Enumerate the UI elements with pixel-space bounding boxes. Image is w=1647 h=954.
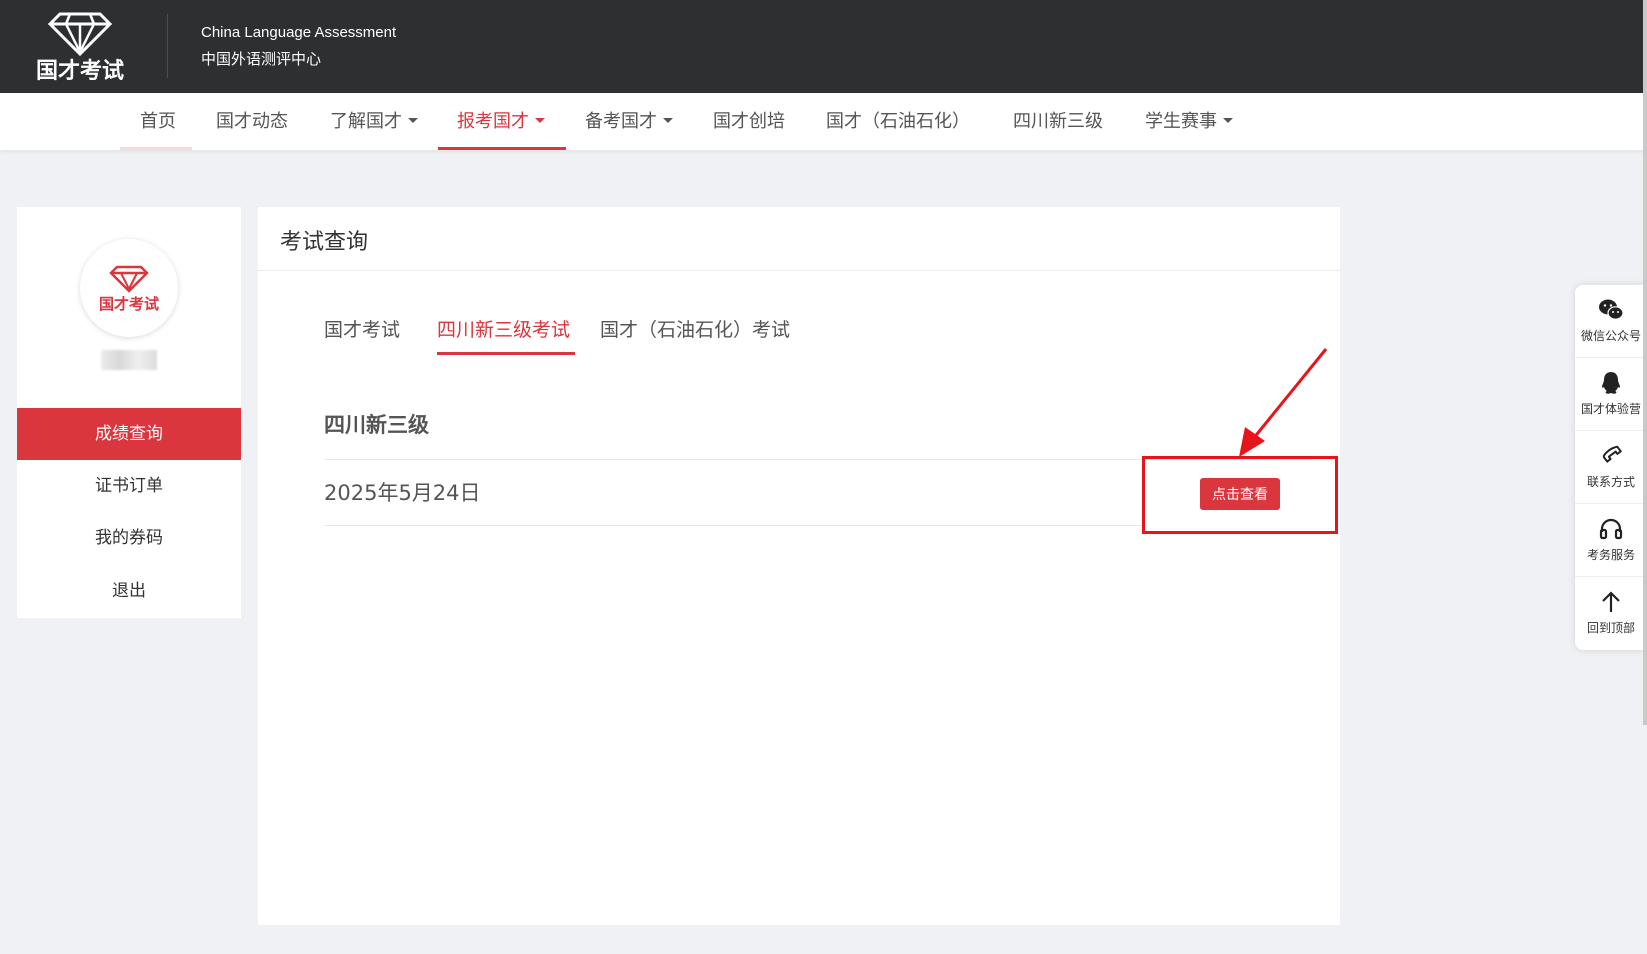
nav-item-register[interactable]: 报考国才 — [457, 93, 545, 150]
float-item-label: 考务服务 — [1586, 548, 1635, 562]
logo-divider — [167, 14, 168, 78]
diamond-logo-icon: 国才考试 — [36, 12, 124, 84]
nav-active-indicator — [438, 147, 566, 150]
nav-label: 国才动态 — [216, 111, 288, 132]
nav-item-about[interactable]: 了解国才 — [330, 93, 418, 150]
nav-label: 学生赛事 — [1145, 111, 1217, 132]
caret-down-icon — [1223, 117, 1233, 123]
exam-date: 2025年5月24日 — [324, 481, 481, 505]
float-item-contact[interactable]: 联系方式 — [1575, 431, 1647, 504]
headset-icon — [1599, 518, 1623, 540]
wechat-icon — [1599, 299, 1624, 320]
logo[interactable]: 国才考试 — [30, 8, 138, 84]
float-item-experience-camp[interactable]: 国才体验营 — [1575, 358, 1647, 431]
caret-down-icon — [408, 117, 418, 123]
float-item-exam-service[interactable]: 考务服务 — [1575, 504, 1647, 577]
nav-item-petro[interactable]: 国才（石油石化） — [826, 93, 970, 150]
float-item-label: 回到顶部 — [1586, 621, 1635, 635]
tab-label: 国才（石油石化）考试 — [600, 319, 791, 341]
tab-label: 四川新三级考试 — [437, 319, 571, 341]
annotation-arrow-icon — [1239, 348, 1328, 457]
nav-label: 了解国才 — [330, 111, 402, 132]
nav-item-training[interactable]: 国才创培 — [713, 93, 785, 150]
divider — [258, 270, 1340, 271]
tab-sichuan-exam[interactable]: 四川新三级考试 — [437, 315, 570, 342]
nav-item-home[interactable]: 首页 — [140, 93, 176, 150]
page-title: 考试查询 — [280, 230, 369, 255]
nav-label: 国才创培 — [713, 111, 785, 132]
sidebar-item-logout[interactable]: 退出 — [17, 565, 241, 617]
page-scrollbar[interactable] — [1643, 0, 1647, 725]
org-name-cn: 中国外语测评中心 — [201, 50, 322, 68]
float-item-wechat[interactable]: 微信公众号 — [1575, 285, 1647, 358]
qq-icon — [1602, 372, 1620, 394]
username-redacted — [101, 350, 157, 370]
tab-petro-exam[interactable]: 国才（石油石化）考试 — [600, 315, 790, 342]
nav-label: 四川新三级 — [1013, 111, 1103, 132]
sidebar-item-label: 退出 — [112, 581, 146, 601]
arrow-up-icon — [1602, 591, 1620, 612]
annotation-highlight-box — [1142, 456, 1338, 534]
row-divider — [324, 525, 1142, 526]
nav-label: 备考国才 — [585, 111, 657, 132]
floating-toolbar: 微信公众号 国才体验营 联系方式 考务服务 回到顶部 — [1575, 285, 1647, 650]
float-item-label: 微信公众号 — [1580, 329, 1641, 343]
tab-label: 国才考试 — [324, 319, 401, 341]
main-nav: 首页 国才动态 了解国才 报考国才 备考国才 国才创培 国才（石油石化） 四川新… — [0, 93, 1647, 150]
sidebar-item-score-query[interactable]: 成绩查询 — [17, 408, 241, 460]
sidebar-item-label: 成绩查询 — [95, 424, 163, 444]
nav-label: 首页 — [140, 111, 176, 132]
avatar: 国才考试 — [80, 239, 178, 337]
nav-item-sichuan[interactable]: 四川新三级 — [1013, 93, 1103, 150]
nav-label: 国才（石油石化） — [826, 111, 970, 132]
nav-item-competitions[interactable]: 学生赛事 — [1145, 93, 1233, 150]
top-header: 国才考试 China Language Assessment 中国外语测评中心 — [0, 0, 1647, 93]
nav-item-news[interactable]: 国才动态 — [216, 93, 288, 150]
tab-active-indicator — [437, 352, 575, 355]
sidebar-item-certificate-orders[interactable]: 证书订单 — [17, 460, 241, 512]
nav-item-prepare[interactable]: 备考国才 — [585, 93, 673, 150]
tab-guocai-exam[interactable]: 国才考试 — [324, 315, 400, 342]
avatar-logo-text: 国才考试 — [99, 295, 159, 313]
nav-label: 报考国才 — [457, 111, 529, 132]
logo-text: 国才考试 — [36, 58, 124, 84]
exam-query-panel: 考试查询 国才考试 四川新三级考试 国才（石油石化）考试 四川新三级 2025年… — [258, 207, 1340, 925]
float-item-back-to-top[interactable]: 回到顶部 — [1575, 577, 1647, 650]
caret-down-icon — [663, 117, 673, 123]
phone-icon — [1602, 445, 1622, 463]
diamond-logo-icon: 国才考试 — [99, 265, 159, 313]
org-name-en: China Language Assessment — [201, 24, 397, 41]
section-title: 四川新三级 — [324, 413, 429, 437]
user-sidebar: 国才考试 成绩查询 证书订单 我的券码 退出 — [17, 207, 241, 618]
sidebar-item-label: 我的券码 — [95, 528, 163, 548]
caret-down-icon — [535, 117, 545, 123]
float-item-label: 联系方式 — [1586, 475, 1635, 489]
sidebar-item-coupons[interactable]: 我的券码 — [17, 512, 241, 564]
sidebar-item-label: 证书订单 — [95, 476, 163, 496]
float-item-label: 国才体验营 — [1580, 402, 1641, 416]
